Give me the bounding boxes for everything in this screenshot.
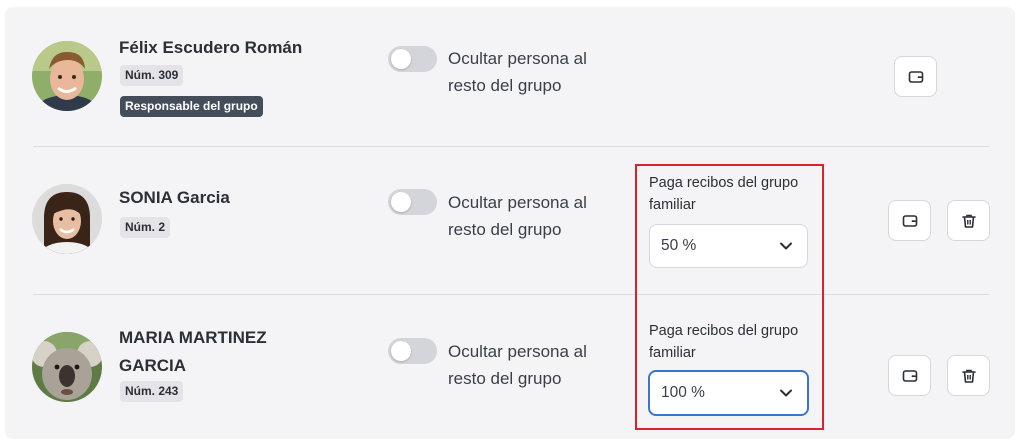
role-badge: Responsable del grupo (120, 96, 263, 117)
wallet-button[interactable] (888, 355, 931, 396)
woman-photo-icon (32, 184, 102, 254)
toggle-knob (391, 49, 411, 69)
wallet-icon (908, 71, 924, 83)
toggle-knob (391, 192, 411, 212)
wallet-button[interactable] (888, 200, 931, 241)
hide-person-toggle[interactable] (388, 189, 437, 215)
hide-person-label: Ocultar persona al resto del grupo (448, 49, 587, 95)
family-group-panel: Félix Escudero Román Núm. 309 Responsabl… (5, 7, 1015, 439)
koala-photo-icon (32, 332, 102, 402)
trash-icon (962, 214, 976, 228)
delete-member-button[interactable] (947, 200, 990, 241)
wallet-icon (902, 370, 918, 382)
member-name: SONIA Garcia (119, 188, 230, 207)
hide-person-toggle[interactable] (388, 46, 437, 72)
member-row: MARIA MARTINEZ GARCIA Núm. 243 Ocultar p… (5, 295, 1015, 439)
wallet-icon (902, 215, 918, 227)
young-man-photo-icon (32, 41, 102, 111)
avatar (32, 184, 102, 254)
member-name: MARIA MARTINEZ GARCIA (119, 328, 267, 375)
member-row: SONIA Garcia Núm. 2 Ocultar persona al r… (5, 147, 1015, 295)
member-number-badge: Núm. 309 (120, 65, 184, 86)
hide-person-toggle[interactable] (388, 338, 437, 364)
annotation-highlight-box (635, 164, 824, 430)
avatar (32, 41, 102, 111)
member-name: Félix Escudero Román (119, 38, 303, 57)
member-number-badge: Núm. 2 (120, 217, 171, 238)
hide-person-label: Ocultar persona al resto del grupo (448, 342, 587, 388)
toggle-knob (391, 341, 411, 361)
member-row: Félix Escudero Román Núm. 309 Responsabl… (5, 7, 1015, 147)
avatar (32, 332, 102, 402)
hide-person-label: Ocultar persona al resto del grupo (448, 193, 587, 239)
delete-member-button[interactable] (947, 355, 990, 396)
trash-icon (962, 369, 976, 383)
member-number-badge: Núm. 243 (120, 381, 184, 402)
wallet-button[interactable] (894, 56, 937, 97)
